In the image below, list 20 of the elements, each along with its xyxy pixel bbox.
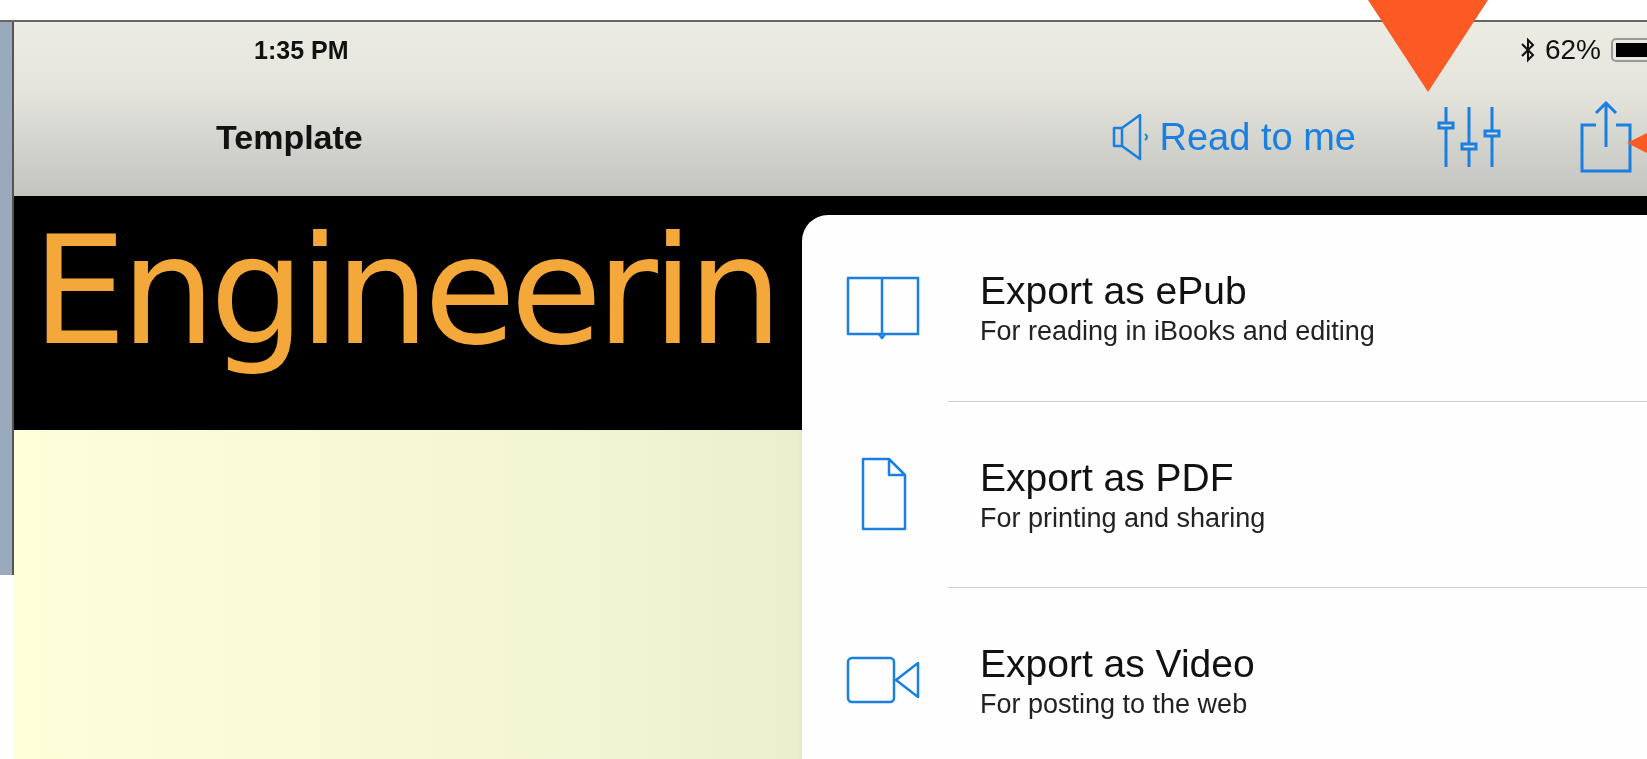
export-option-title: Export as ePub <box>980 268 1248 314</box>
video-camera-icon <box>846 655 922 705</box>
battery-percent: 62% <box>1544 34 1601 66</box>
status-time: 1:35 PM <box>254 35 349 65</box>
book-icon <box>846 276 922 340</box>
document-title: Template <box>216 117 363 157</box>
annotation-arrow <box>1627 133 1647 153</box>
export-option-description: For reading in iBooks and editing <box>980 315 1376 348</box>
banner-title: Engineerin <box>31 203 777 380</box>
export-option-title: Export as PDF <box>980 454 1235 501</box>
export-option-description: For printing and sharing <box>980 501 1267 535</box>
battery-icon <box>1611 38 1647 62</box>
export-menu-item[interactable]: Export as ePub For reading in iBooks and editing <box>802 215 1647 401</box>
export-menu-item[interactable]: Export as Video For posting to the web <box>802 587 1647 759</box>
share-icon[interactable] <box>1580 101 1632 173</box>
export-menu-item[interactable]: Export as PDF For printing and sharing <box>802 401 1647 587</box>
sliders-icon[interactable] <box>1436 107 1502 167</box>
bluetooth-icon <box>1520 37 1535 63</box>
export-option-title: Export as Video <box>980 640 1256 687</box>
export-option-description: For posting to the web <box>980 687 1249 721</box>
